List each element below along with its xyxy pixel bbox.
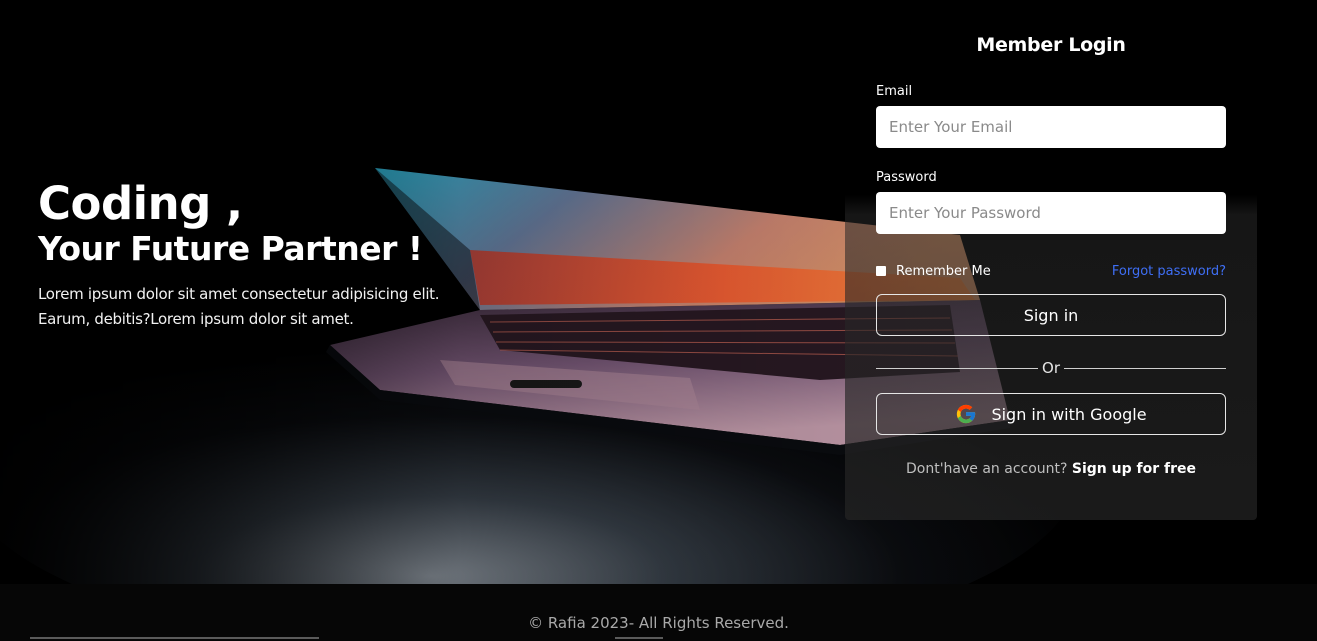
hero-description-line1: Lorem ipsum dolor sit amet consectetur a…	[38, 285, 440, 303]
google-sign-in-button[interactable]: Sign in with Google	[876, 393, 1226, 435]
password-label: Password	[876, 170, 937, 185]
hero-description-line2: Earum, debitis?Lorem ipsum dolor sit ame…	[38, 310, 354, 328]
remember-row: Remember Me Forgot password?	[876, 262, 1226, 280]
sign-up-link[interactable]: Sign up for free	[1072, 461, 1196, 477]
email-field[interactable]	[876, 106, 1226, 148]
footer: © Rafia 2023- All Rights Reserved.	[0, 584, 1317, 641]
sign-in-button[interactable]: Sign in	[876, 294, 1226, 336]
footer-copyright: © Rafia 2023- All Rights Reserved.	[528, 614, 789, 632]
login-title: Member Login	[976, 34, 1126, 56]
hero-description: Lorem ipsum dolor sit amet consectetur a…	[38, 282, 558, 332]
divider-line-left	[876, 367, 1039, 369]
divider-label: Or	[1042, 359, 1060, 377]
footer-divider-left	[30, 637, 319, 639]
google-sign-in-label: Sign in with Google	[991, 404, 1147, 424]
remember-me-checkbox[interactable]	[876, 266, 886, 276]
hero-section: Coding , Your Future Partner ! Lorem ips…	[0, 0, 1317, 584]
login-form: Member Login Email Password Remember Me …	[876, 0, 1227, 479]
or-divider: Or	[876, 358, 1227, 378]
remember-me[interactable]: Remember Me	[876, 264, 991, 279]
forgot-password-link[interactable]: Forgot password?	[1112, 264, 1226, 279]
login-panel: Member Login Email Password Remember Me …	[845, 0, 1257, 520]
email-label: Email	[876, 84, 913, 99]
password-field[interactable]	[876, 192, 1226, 234]
remember-me-label: Remember Me	[896, 263, 991, 279]
google-g-icon	[957, 404, 976, 424]
hero-title-line2: Your Future Partner !	[38, 229, 423, 268]
footer-divider-center	[615, 637, 663, 639]
signup-prompt: Dont'have an account?	[905, 461, 1072, 477]
signup-row: Dont'have an account? Sign up for free	[876, 461, 1226, 479]
divider-line-right	[1064, 367, 1227, 369]
hero-text-block: Coding , Your Future Partner ! Lorem ips…	[38, 178, 558, 332]
hero-title-line1: Coding ,	[38, 177, 243, 230]
